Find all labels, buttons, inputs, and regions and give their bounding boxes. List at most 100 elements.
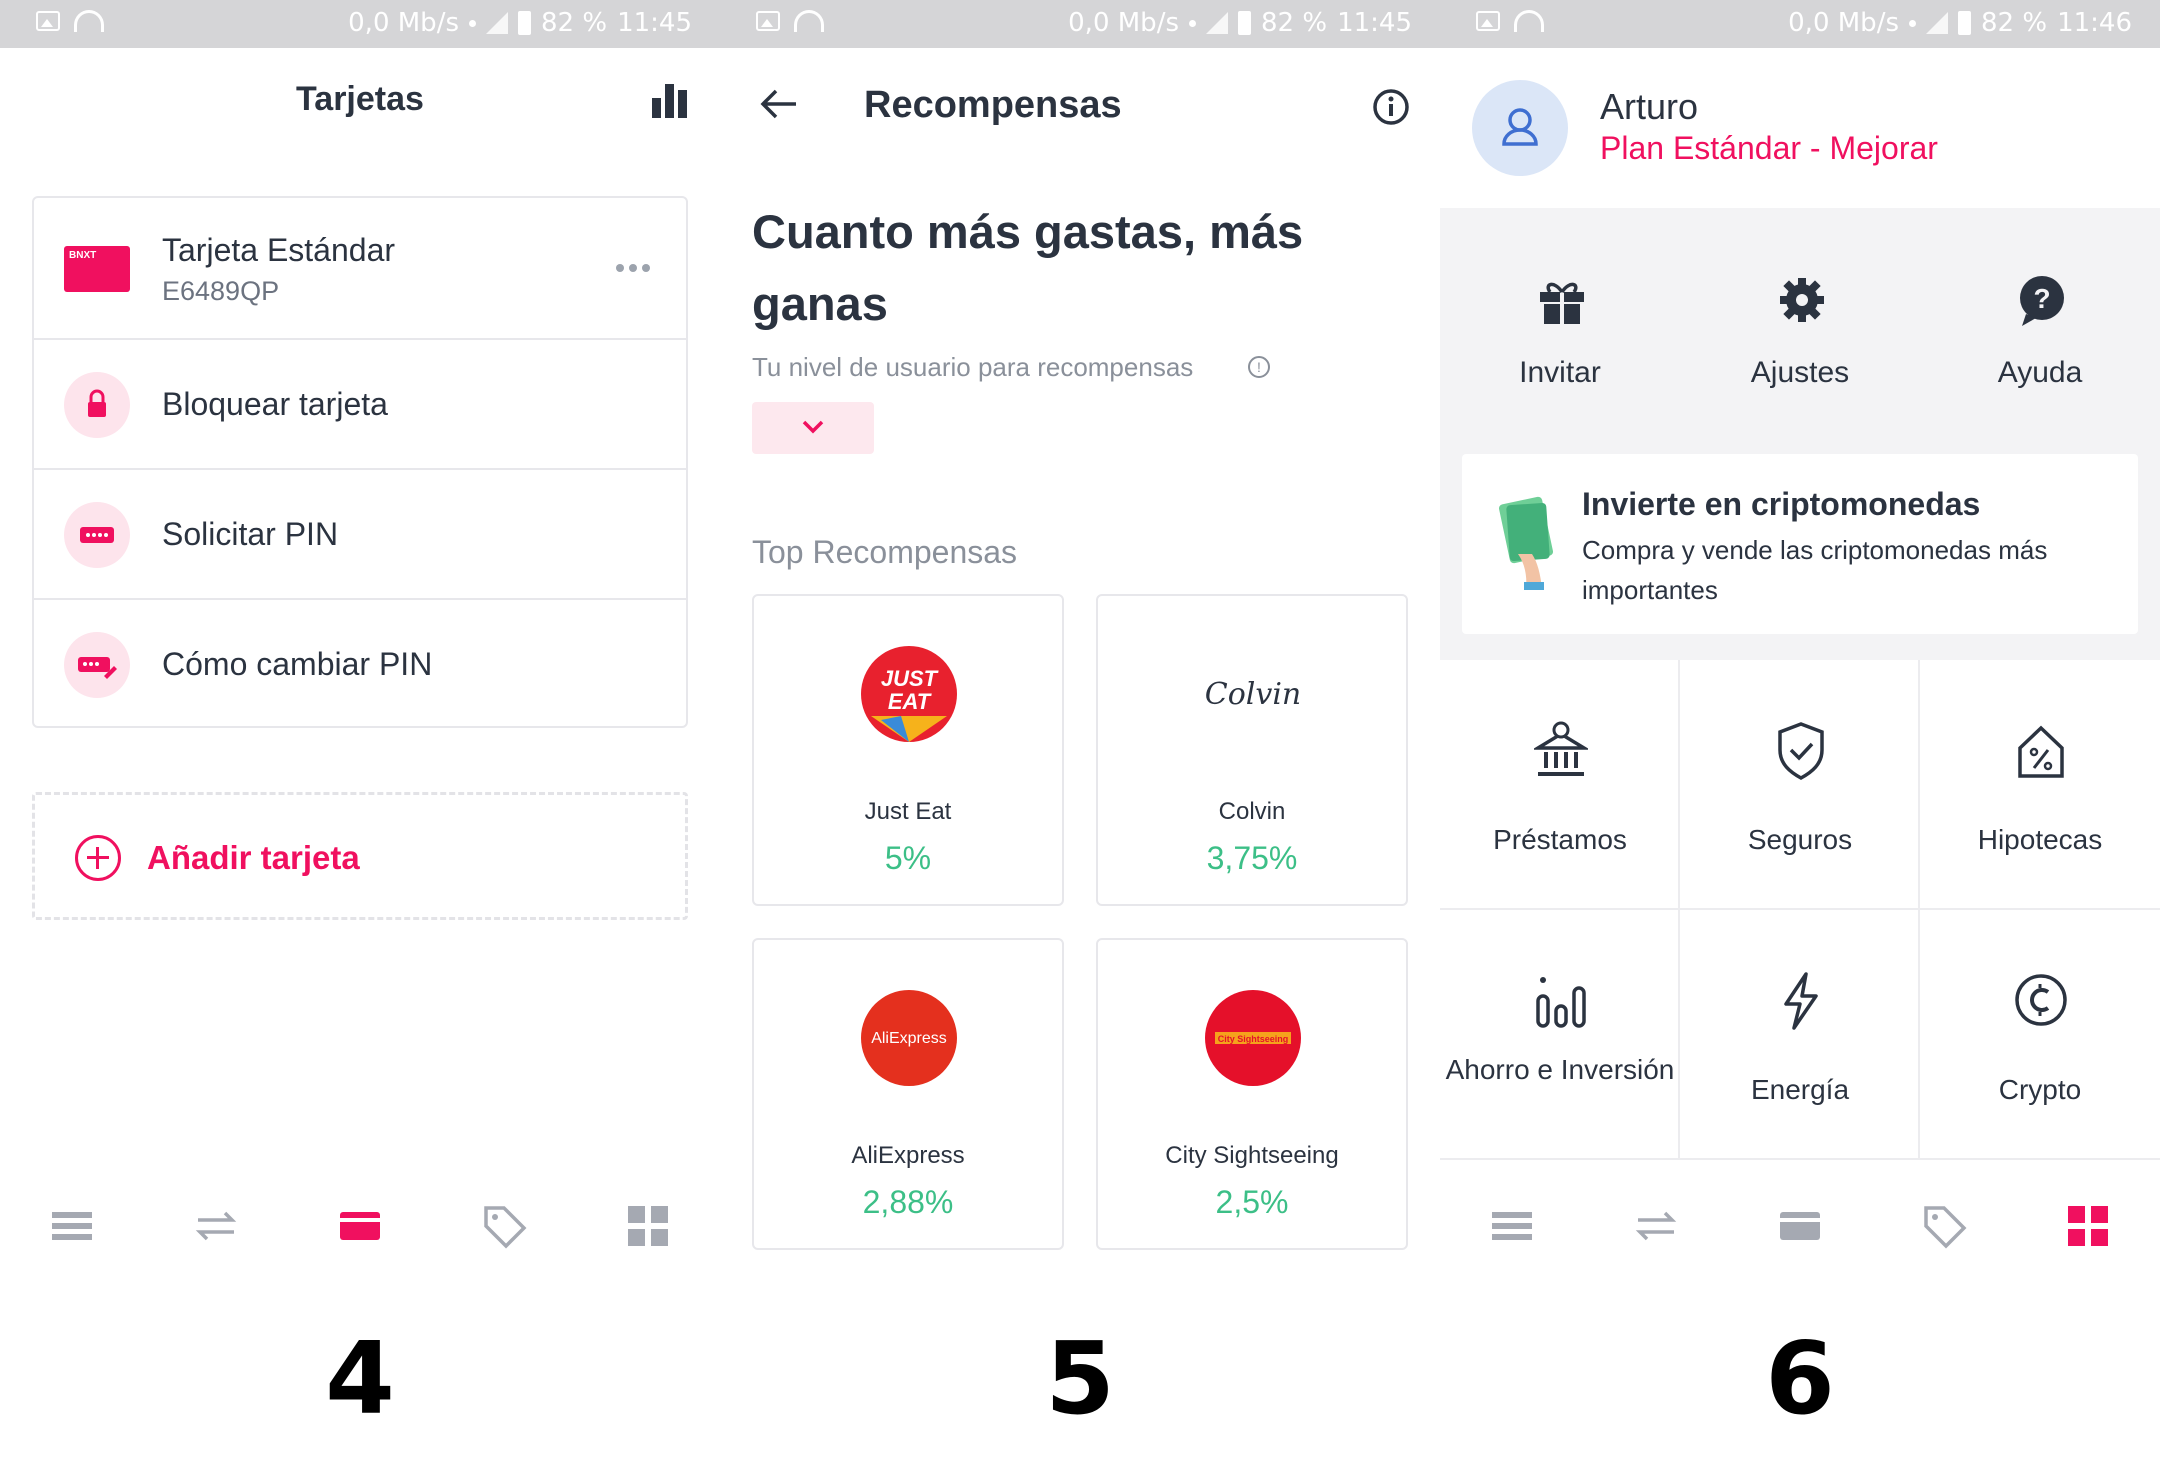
stats-icon[interactable] (652, 84, 688, 118)
avatar[interactable] (1472, 80, 1568, 176)
mortgages-label: Hipotecas (1977, 824, 2103, 855)
help-button[interactable]: ? Ayuda (1920, 272, 2160, 412)
nav-card-icon[interactable] (1774, 1200, 1826, 1252)
clock: 11:45 (617, 8, 692, 38)
nav-menu-icon[interactable] (1486, 1200, 1538, 1252)
reward-tile-colvin[interactable]: Colvin Colvin 3,75% (1096, 594, 1408, 906)
reward-percentage: 5% (884, 840, 932, 876)
gallery-notification-icon (1476, 11, 1500, 31)
settings-button[interactable]: Ajustes (1680, 272, 1920, 412)
step-number: 6 (1765, 1320, 1835, 1437)
reward-name: City Sightseeing (1165, 1142, 1339, 1169)
lightning-icon (1784, 972, 1818, 1030)
bottom-nav (0, 1178, 720, 1278)
headphones-icon (74, 10, 104, 32)
back-arrow-icon[interactable] (758, 86, 800, 122)
signal-icon (1926, 12, 1948, 34)
screen-cards: 0,0 Mb/s 82 % 11:45 Tarjetas BNXT Tarjet… (0, 0, 720, 1480)
shield-icon (1778, 722, 1824, 780)
step-number: 4 (325, 1320, 395, 1437)
level-label: Tu nivel de usuario para recompensas (752, 352, 1194, 382)
crypto-tile[interactable]: Crypto (1920, 910, 2160, 1160)
more-options-icon[interactable] (616, 264, 650, 272)
savings-chart-icon (1536, 977, 1586, 1028)
crypto-promo-card[interactable]: Invierte en criptomonedas Compra y vende… (1462, 454, 2138, 634)
dot-icon (469, 19, 476, 27)
card-row[interactable]: BNXT Tarjeta Estándar E6489QP (34, 198, 686, 340)
nav-grid-icon[interactable] (622, 1200, 674, 1252)
bank-icon (1534, 721, 1588, 776)
chevron-down-icon (802, 420, 824, 434)
reward-tile-citysightseeing[interactable]: City Sightseeing City Sightseeing 2,5% (1096, 938, 1408, 1250)
top-bar: Tarjetas (0, 48, 720, 158)
nav-menu-icon[interactable] (46, 1200, 98, 1252)
signal-icon (486, 12, 508, 34)
info-icon[interactable] (1372, 88, 1410, 126)
headline: Cuanto más gastas, más ganas (752, 205, 1304, 330)
svg-text:AliExpress: AliExpress (871, 1030, 947, 1047)
help-label: Ayuda (1997, 356, 2083, 389)
card-panel: BNXT Tarjeta Estándar E6489QP Bloquear t… (32, 196, 688, 728)
lock-icon (64, 372, 130, 438)
dot-icon (1189, 19, 1196, 27)
card-name: Tarjeta Estándar (162, 232, 396, 268)
reward-tile-justeat[interactable]: JUST EAT Just Eat 5% (752, 594, 1064, 906)
energy-tile[interactable]: Energía (1680, 910, 1920, 1160)
nav-card-icon[interactable] (334, 1200, 386, 1252)
battery-level: 82 % (1261, 8, 1328, 38)
savings-tile[interactable]: Ahorro e Inversión (1440, 910, 1680, 1160)
crypto-coin-icon (2015, 974, 2067, 1026)
reward-name: Just Eat (864, 798, 952, 825)
house-percent-icon (2018, 725, 2064, 778)
signal-icon (1206, 12, 1228, 34)
reward-name: AliExpress (851, 1142, 965, 1169)
clock: 11:46 (2057, 8, 2132, 38)
block-card-row[interactable]: Bloquear tarjeta (34, 340, 686, 470)
headphones-icon (794, 10, 824, 32)
add-card-label: Añadir tarjeta (147, 839, 360, 876)
promo-body: Compra y vende las criptomonedas más imp… (1582, 535, 2048, 605)
gift-icon (1540, 282, 1584, 324)
profile-header[interactable]: Arturo Plan Estándar - Mejorar (1440, 48, 2160, 208)
mortgages-tile[interactable]: Hipotecas (1920, 660, 2160, 910)
colvin-logo: Colvin (1205, 646, 1301, 742)
nav-grid-icon[interactable] (2062, 1200, 2114, 1252)
nav-transfer-icon[interactable] (190, 1200, 242, 1252)
screen-rewards: 0,0 Mb/s 82 % 11:45 Recompensas Cuanto m… (720, 0, 1440, 1480)
reward-percentage: 3,75% (1206, 840, 1298, 876)
promo-title: Invierte en criptomonedas (1582, 486, 1981, 522)
svg-text:EAT: EAT (888, 689, 932, 714)
crypto-label: Crypto (1998, 1074, 2082, 1105)
level-info-icon[interactable]: ! (1248, 356, 1270, 378)
insurance-tile[interactable]: Seguros (1680, 660, 1920, 910)
block-card-label: Bloquear tarjeta (162, 386, 388, 422)
reward-tile-aliexpress[interactable]: AliExpress AliExpress 2,88% (752, 938, 1064, 1250)
add-card-button[interactable]: Añadir tarjeta (32, 792, 688, 920)
request-pin-row[interactable]: Solicitar PIN (34, 470, 686, 600)
battery-icon (1958, 11, 1971, 35)
dot-icon (1909, 19, 1916, 27)
add-icon (75, 835, 121, 881)
user-icon (1502, 108, 1538, 146)
edit-pin-icon (64, 632, 130, 698)
savings-label: Ahorro e Inversión (1445, 1054, 1675, 1085)
nav-transfer-icon[interactable] (1630, 1200, 1682, 1252)
quick-actions-area: Invitar Ajustes ? Ayuda Invierte en crip… (1440, 208, 2160, 660)
svg-text:Colvin: Colvin (1205, 677, 1301, 712)
svg-text:City Sightseeing: City Sightseeing (1218, 1034, 1289, 1044)
nav-tag-icon[interactable] (1918, 1200, 1970, 1252)
page-title: Recompensas (864, 84, 1122, 126)
level-dropdown[interactable] (752, 402, 874, 454)
status-bar: 0,0 Mb/s 82 % 11:45 (720, 0, 1440, 48)
battery-icon (518, 11, 531, 35)
top-rewards-label: Top Recompensas (752, 534, 1018, 570)
plan-upgrade-link[interactable]: Plan Estándar - Mejorar (1600, 130, 1938, 167)
loans-tile[interactable]: Préstamos (1440, 660, 1680, 910)
gear-icon (1780, 278, 1824, 322)
justeat-logo: JUST EAT (861, 646, 957, 742)
citysightseeing-logo: City Sightseeing (1205, 990, 1301, 1086)
change-pin-row[interactable]: Cómo cambiar PIN (34, 600, 686, 726)
invite-button[interactable]: Invitar (1440, 272, 1680, 412)
network-speed: 0,0 Mb/s (348, 8, 459, 38)
nav-tag-icon[interactable] (478, 1200, 530, 1252)
